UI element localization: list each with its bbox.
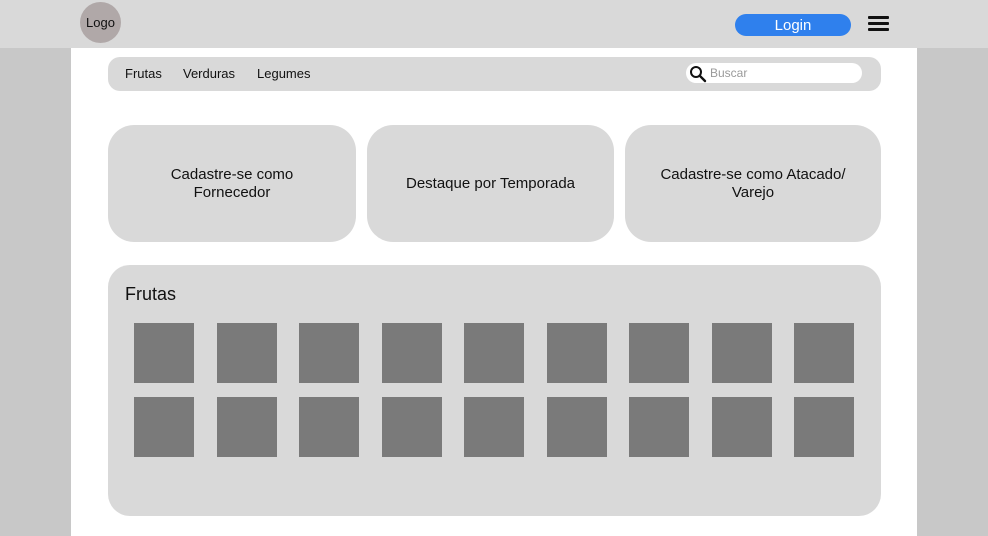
hamburger-menu-icon[interactable] [868,15,890,32]
nav-link-verduras[interactable]: Verduras [183,66,235,81]
nav-link-frutas[interactable]: Frutas [125,66,162,81]
fruit-item-placeholder[interactable] [464,323,524,383]
nav-link-legumes[interactable]: Legumes [257,66,310,81]
fruit-item-placeholder[interactable] [134,397,194,457]
fruit-item-placeholder[interactable] [794,397,854,457]
search-box [686,63,862,83]
fruit-item-placeholder[interactable] [712,323,772,383]
fruits-section-title: Frutas [125,284,177,304]
fruit-item-placeholder[interactable] [712,397,772,457]
top-bar: Logo Login [0,0,988,48]
fruit-item-placeholder[interactable] [629,397,689,457]
card-register-wholesale-retail-label: Cadastre-se como Atacado/ Varejo [660,165,846,201]
fruit-item-placeholder[interactable] [299,323,359,383]
main-content: Frutas Verduras Legumes Cadastre-se como… [71,48,917,536]
card-register-supplier-label: Cadastre-se como Fornecedor [170,165,294,201]
search-icon[interactable] [689,65,707,83]
fruit-item-placeholder[interactable] [299,397,359,457]
fruits-section: Frutas [108,265,881,516]
fruit-item-placeholder[interactable] [382,323,442,383]
category-nav-bar: Frutas Verduras Legumes [108,57,881,91]
card-register-supplier[interactable]: Cadastre-se como Fornecedor [108,125,356,242]
card-seasonal-highlight-label: Destaque por Temporada [406,174,575,192]
card-seasonal-highlight[interactable]: Destaque por Temporada [367,125,614,242]
fruit-item-placeholder[interactable] [134,323,194,383]
fruit-item-placeholder[interactable] [217,397,277,457]
login-button[interactable]: Login [735,14,851,36]
fruit-item-placeholder[interactable] [547,397,607,457]
logo[interactable]: Logo [80,2,121,43]
fruit-item-placeholder[interactable] [382,397,442,457]
fruit-item-placeholder[interactable] [217,323,277,383]
fruit-item-placeholder[interactable] [464,397,524,457]
card-register-wholesale-retail[interactable]: Cadastre-se como Atacado/ Varejo [625,125,881,242]
search-input[interactable] [710,65,855,81]
fruit-item-placeholder[interactable] [547,323,607,383]
fruit-item-placeholder[interactable] [794,323,854,383]
fruit-item-placeholder[interactable] [629,323,689,383]
